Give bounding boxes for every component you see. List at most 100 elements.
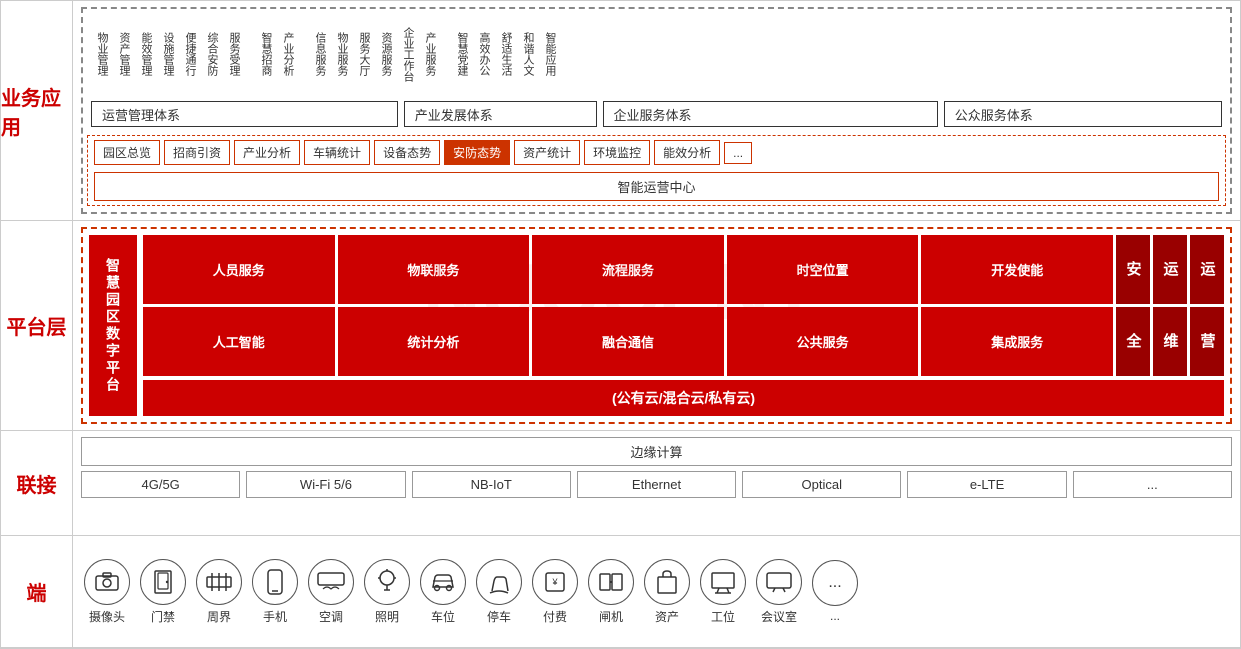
vt-服务受理: 服务受理: [223, 15, 243, 93]
dev-label-空调: 空调: [319, 608, 343, 625]
vt-资源服务: 资源服务: [375, 15, 395, 93]
vt-智慧招商: 智慧招商: [255, 15, 275, 93]
dash-more[interactable]: ...: [724, 142, 752, 164]
dash-安防态势[interactable]: 安防态势: [444, 140, 510, 165]
vt-产业分析: 产业分析: [277, 15, 297, 93]
vt-物业服务: 物业服务: [331, 15, 351, 93]
dash-环境监控[interactable]: 环境监控: [584, 140, 650, 165]
content-pt: 智慧园区数字平台 人员服务 物联服务 流程服务 时空位置 开发使能 人工智能: [73, 221, 1240, 430]
gate-icon: [588, 559, 634, 605]
vt-智慧党建: 智慧党建: [451, 15, 471, 93]
dev-闸机: 闸机: [585, 559, 637, 625]
dev-停车: 停车: [473, 559, 525, 625]
content-lj: 边缘计算 4G/5G Wi-Fi 5/6 NB-IoT Ethernet Opt…: [73, 431, 1240, 535]
svc-统计分析: 统计分析: [338, 307, 530, 376]
label-pt: 平台层: [1, 221, 73, 430]
pt-right: 人员服务 物联服务 流程服务 时空位置 开发使能 人工智能 统计分析 融合通信 …: [143, 235, 1224, 416]
fence-icon: [196, 559, 242, 605]
conn-4g5g: 4G/5G: [81, 471, 240, 498]
side-运营: 运: [1190, 235, 1224, 304]
row-yy: 业务应用 物业管理 资产管理 能效管理 设施管理 便捷通行 综合安防 服务受理 …: [1, 1, 1240, 221]
dev-label-摄像头: 摄像头: [89, 608, 125, 625]
spacer3: [441, 15, 449, 93]
vt-信息服务: 信息服务: [309, 15, 329, 93]
pt-with-sides: 人员服务 物联服务 流程服务 时空位置 开发使能 人工智能 统计分析 融合通信 …: [143, 235, 1224, 376]
group-公众服务体系: 公众服务体系: [944, 101, 1222, 127]
group-运营管理体系: 运营管理体系: [91, 101, 398, 127]
dash-能效分析[interactable]: 能效分析: [654, 140, 720, 165]
vt-智能应用: 智能应用: [539, 15, 559, 93]
svc-集成服务: 集成服务: [921, 307, 1113, 376]
svc-时空位置: 时空位置: [727, 235, 919, 304]
phone-icon: [252, 559, 298, 605]
dash-车辆统计[interactable]: 车辆统计: [304, 140, 370, 165]
dev-资产: 资产: [641, 559, 693, 625]
conn-optical: Optical: [742, 471, 901, 498]
camera-icon: [84, 559, 130, 605]
side-维: 维: [1153, 307, 1187, 376]
group-企业服务体系: 企业服务体系: [603, 101, 938, 127]
parking-icon: [476, 559, 522, 605]
conn-wifi: Wi-Fi 5/6: [246, 471, 405, 498]
label-yy: 业务应用: [1, 1, 73, 220]
vert-items-row: 物业管理 资产管理 能效管理 设施管理 便捷通行 综合安防 服务受理 智慧招商 …: [87, 13, 1226, 95]
side-安: 安: [1116, 235, 1150, 304]
lj-inner: 边缘计算 4G/5G Wi-Fi 5/6 NB-IoT Ethernet Opt…: [81, 437, 1232, 529]
ops-center: 智能运营中心: [94, 172, 1219, 201]
dash-产业分析[interactable]: 产业分析: [234, 140, 300, 165]
label-lj: 联接: [1, 431, 73, 535]
svc-物联服务: 物联服务: [338, 235, 530, 304]
yy-groups: 运营管理体系 产业发展体系 企业服务体系 公众服务体系: [87, 98, 1226, 130]
dash-设备态势[interactable]: 设备态势: [374, 140, 440, 165]
dev-会议室: 会议室: [753, 559, 805, 625]
main-layout: 业务应用 物业管理 资产管理 能效管理 设施管理 便捷通行 综合安防 服务受理 …: [0, 0, 1241, 649]
svc-开发使能: 开发使能: [921, 235, 1113, 304]
conn-nbiot: NB-IoT: [412, 471, 571, 498]
carspot-icon: [420, 559, 466, 605]
vt-企业工作台: 企业工作台: [397, 15, 417, 93]
more-icon: ...: [812, 560, 858, 606]
dev-空调: 空调: [305, 559, 357, 625]
dev-label-停车: 停车: [487, 608, 511, 625]
ac-icon: [308, 559, 354, 605]
yy-inner: 物业管理 资产管理 能效管理 设施管理 便捷通行 综合安防 服务受理 智慧招商 …: [81, 7, 1232, 214]
dev-手机: 手机: [249, 559, 301, 625]
dev-label-付费: 付费: [543, 608, 567, 625]
spacer1: [245, 15, 253, 93]
dash-招商引资[interactable]: 招商引资: [164, 140, 230, 165]
vt-舒适生活: 舒适生活: [495, 15, 515, 93]
dev-label-门禁: 门禁: [151, 608, 175, 625]
vt-服务大厅: 服务大厅: [353, 15, 373, 93]
dev-摄像头: 摄像头: [81, 559, 133, 625]
dev-label-闸机: 闸机: [599, 608, 623, 625]
vt-能效管理: 能效管理: [135, 15, 155, 93]
svg-text:¥: ¥: [551, 577, 558, 587]
conn-ethernet: Ethernet: [577, 471, 736, 498]
spacer2: [299, 15, 307, 93]
dash-资产统计[interactable]: 资产统计: [514, 140, 580, 165]
row-duan: 端 摄像头 门禁: [1, 536, 1240, 648]
content-duan: 摄像头 门禁 周界: [73, 536, 1240, 647]
dev-门禁: 门禁: [137, 559, 189, 625]
pt-inner: 智慧园区数字平台 人员服务 物联服务 流程服务 时空位置 开发使能 人工智能: [81, 227, 1232, 424]
vt-和谐人文: 和谐人文: [517, 15, 537, 93]
dev-周界: 周界: [193, 559, 245, 625]
dash-园区总览[interactable]: 园区总览: [94, 140, 160, 165]
vt-高效办公: 高效办公: [473, 15, 493, 93]
dev-label-more: ...: [830, 609, 840, 623]
vt-资产管理: 资产管理: [113, 15, 133, 93]
dev-车位: 车位: [417, 559, 469, 625]
svc-人工智能: 人工智能: [143, 307, 335, 376]
side-运维: 运: [1153, 235, 1187, 304]
asset-icon: [644, 559, 690, 605]
yy-dashboard: 园区总览 招商引资 产业分析 车辆统计 设备态势 安防态势 资产统计 环境监控 …: [87, 135, 1226, 206]
dev-label-车位: 车位: [431, 608, 455, 625]
label-duan: 端: [1, 536, 73, 647]
vt-便捷通行: 便捷通行: [179, 15, 199, 93]
conn-elte: e-LTE: [907, 471, 1066, 498]
vt-物业管理: 物业管理: [91, 15, 111, 93]
edge-compute: 边缘计算: [81, 437, 1232, 466]
pt-sides: 安 运 运 全 维 营: [1116, 235, 1224, 376]
dev-label-周界: 周界: [207, 608, 231, 625]
content-yy: 物业管理 资产管理 能效管理 设施管理 便捷通行 综合安防 服务受理 智慧招商 …: [73, 1, 1240, 220]
